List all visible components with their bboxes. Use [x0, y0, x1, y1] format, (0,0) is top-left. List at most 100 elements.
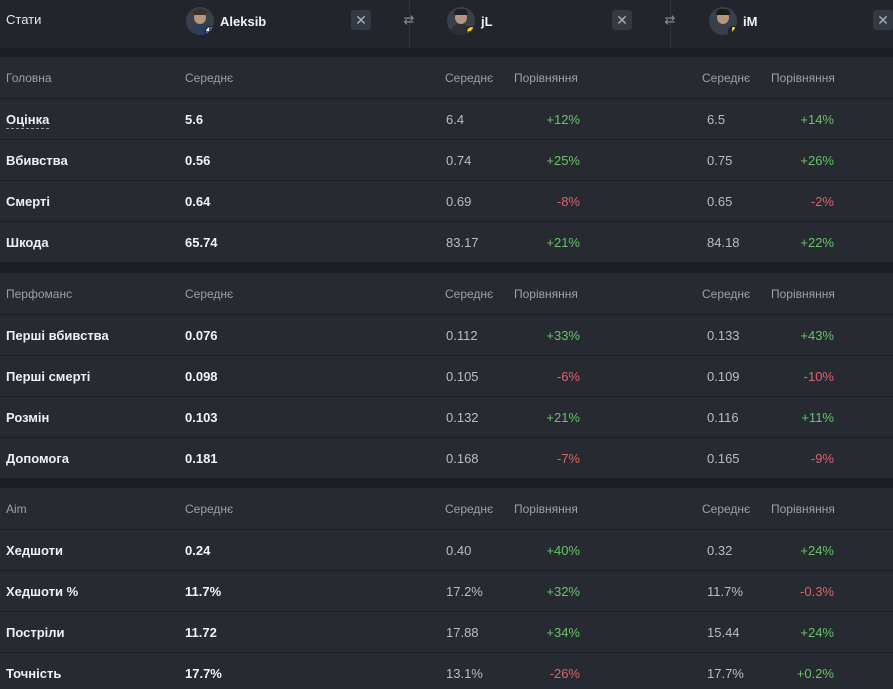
table-row: Розмін 0.103 0.132 +21% 0.116 +11%: [0, 397, 893, 438]
value-p1: 11.7%: [185, 584, 222, 599]
compare-p2: +12%: [546, 112, 580, 127]
col-compare: Порівняння: [514, 71, 578, 85]
value-p1: 0.64: [185, 194, 211, 209]
table-row: Оцінка 5.6 6.4 +12% 6.5 +14%: [0, 99, 893, 140]
value-p2: 0.40: [446, 543, 472, 558]
compare-p3: -10%: [803, 369, 834, 384]
stat-label: Хедшоти: [6, 543, 63, 558]
compare-p2: -6%: [556, 369, 580, 384]
value-p1: 0.24: [185, 543, 211, 558]
col-avg: Середнє: [445, 502, 494, 516]
col-avg: Середнє: [702, 287, 751, 301]
remove-player-aleksib-button[interactable]: ✕: [351, 10, 371, 30]
value-p2: 0.112: [446, 328, 478, 343]
stat-label: Перші смерті: [6, 369, 91, 384]
value-p1: 65.74: [185, 235, 218, 250]
player-name: jL: [481, 13, 493, 29]
compare-p3: +0.2%: [796, 666, 834, 681]
flag-romania-icon: [728, 26, 737, 35]
compare-p3: -0.3%: [800, 584, 834, 599]
value-p1: 5.6: [185, 112, 204, 127]
swap-players-button[interactable]: ⇄: [399, 10, 419, 30]
col-compare: Порівняння: [514, 287, 578, 301]
compare-p2: -8%: [556, 194, 580, 209]
value-p2: 0.74: [446, 153, 472, 168]
avatar: [447, 7, 475, 35]
col-compare: Порівняння: [771, 287, 835, 301]
compare-p2: -26%: [549, 666, 580, 681]
flag-lithuania-icon: [466, 26, 475, 35]
player-name: iM: [743, 13, 758, 29]
table-row: Перші смерті 0.098 0.105 -6% 0.109 -10%: [0, 356, 893, 397]
value-p2: 83.17: [446, 235, 479, 250]
compare-p2: +32%: [546, 584, 580, 599]
col-compare: Порівняння: [771, 71, 835, 85]
stat-label: Постріли: [6, 625, 65, 640]
stat-label-rating[interactable]: Оцінка: [6, 112, 50, 129]
col-compare: Порівняння: [514, 502, 578, 516]
compare-p2: +33%: [546, 328, 580, 343]
value-p1: 0.098: [185, 369, 218, 384]
section-performance: Перфоманс Середнє Середнє Порівняння Сер…: [0, 273, 893, 479]
remove-player-jl-button[interactable]: ✕: [612, 10, 632, 30]
value-p3: 15.44: [707, 625, 740, 640]
player-im[interactable]: iM: [709, 6, 757, 36]
value-p3: 0.32: [707, 543, 733, 558]
value-p1: 0.076: [185, 328, 218, 343]
swap-icon: ⇄: [664, 12, 676, 27]
player-jl[interactable]: jL: [447, 6, 493, 36]
remove-player-im-button[interactable]: ✕: [873, 10, 893, 30]
col-avg: Середнє: [185, 502, 234, 516]
table-row: Хедшоти % 11.7% 17.2% +32% 11.7% -0.3%: [0, 571, 893, 612]
swap-players-button[interactable]: ⇄: [660, 10, 680, 30]
value-p1: 0.181: [185, 451, 218, 466]
stat-label: Перші вбивства: [6, 328, 109, 343]
value-p3: 0.75: [707, 153, 733, 168]
close-icon: ✕: [877, 12, 889, 28]
value-p3: 0.65: [707, 194, 733, 209]
compare-p3: +14%: [800, 112, 834, 127]
flag-finland-icon: [205, 26, 214, 35]
value-p2: 0.168: [446, 451, 479, 466]
stat-label: Вбивства: [6, 153, 68, 168]
section-header: Головна Середнє Середнє Порівняння Серед…: [0, 57, 893, 99]
col-avg: Середнє: [702, 71, 751, 85]
compare-p2: +34%: [546, 625, 580, 640]
value-p2: 0.69: [446, 194, 472, 209]
value-p3: 11.7%: [707, 584, 743, 599]
col-avg: Середнє: [185, 71, 234, 85]
stat-label: Точність: [6, 666, 62, 681]
compare-p3: +24%: [800, 543, 834, 558]
compare-p2: +40%: [546, 543, 580, 558]
col-avg: Середнє: [445, 71, 494, 85]
player-aleksib[interactable]: Aleksib: [186, 6, 266, 36]
section-title: Перфоманс: [6, 287, 73, 301]
table-row: Точність 17.7% 13.1% -26% 17.7% +0.2%: [0, 653, 893, 689]
value-p1: 0.103: [185, 410, 218, 425]
close-icon: ✕: [355, 12, 367, 28]
compare-p3: -9%: [810, 451, 834, 466]
value-p2: 6.4: [446, 112, 465, 127]
compare-p3: +26%: [800, 153, 834, 168]
compare-p3: +43%: [800, 328, 834, 343]
table-row: Смерті 0.64 0.69 -8% 0.65 -2%: [0, 181, 893, 222]
table-row: Перші вбивства 0.076 0.112 +33% 0.133 +4…: [0, 315, 893, 356]
player-name: Aleksib: [220, 13, 267, 29]
section-title: Головна: [6, 71, 52, 85]
section-aim: Aim Середнє Середнє Порівняння Середнє П…: [0, 488, 893, 689]
table-row: Шкода 65.74 83.17 +21% 84.18 +22%: [0, 222, 893, 263]
value-p3: 84.18: [707, 235, 740, 250]
close-icon: ✕: [616, 12, 628, 28]
value-p1: 11.72: [185, 625, 217, 640]
value-p3: 0.116: [707, 410, 739, 425]
stats-title: Стати: [6, 12, 42, 27]
compare-p2: -7%: [556, 451, 580, 466]
value-p3: 0.133: [707, 328, 740, 343]
avatar: [186, 7, 214, 35]
value-p2: 17.2%: [446, 584, 483, 599]
compare-p2: +21%: [546, 235, 580, 250]
value-p2: 13.1%: [446, 666, 483, 681]
value-p1: 0.56: [185, 153, 211, 168]
compare-p2: +25%: [546, 153, 580, 168]
compare-p3: -2%: [810, 194, 834, 209]
